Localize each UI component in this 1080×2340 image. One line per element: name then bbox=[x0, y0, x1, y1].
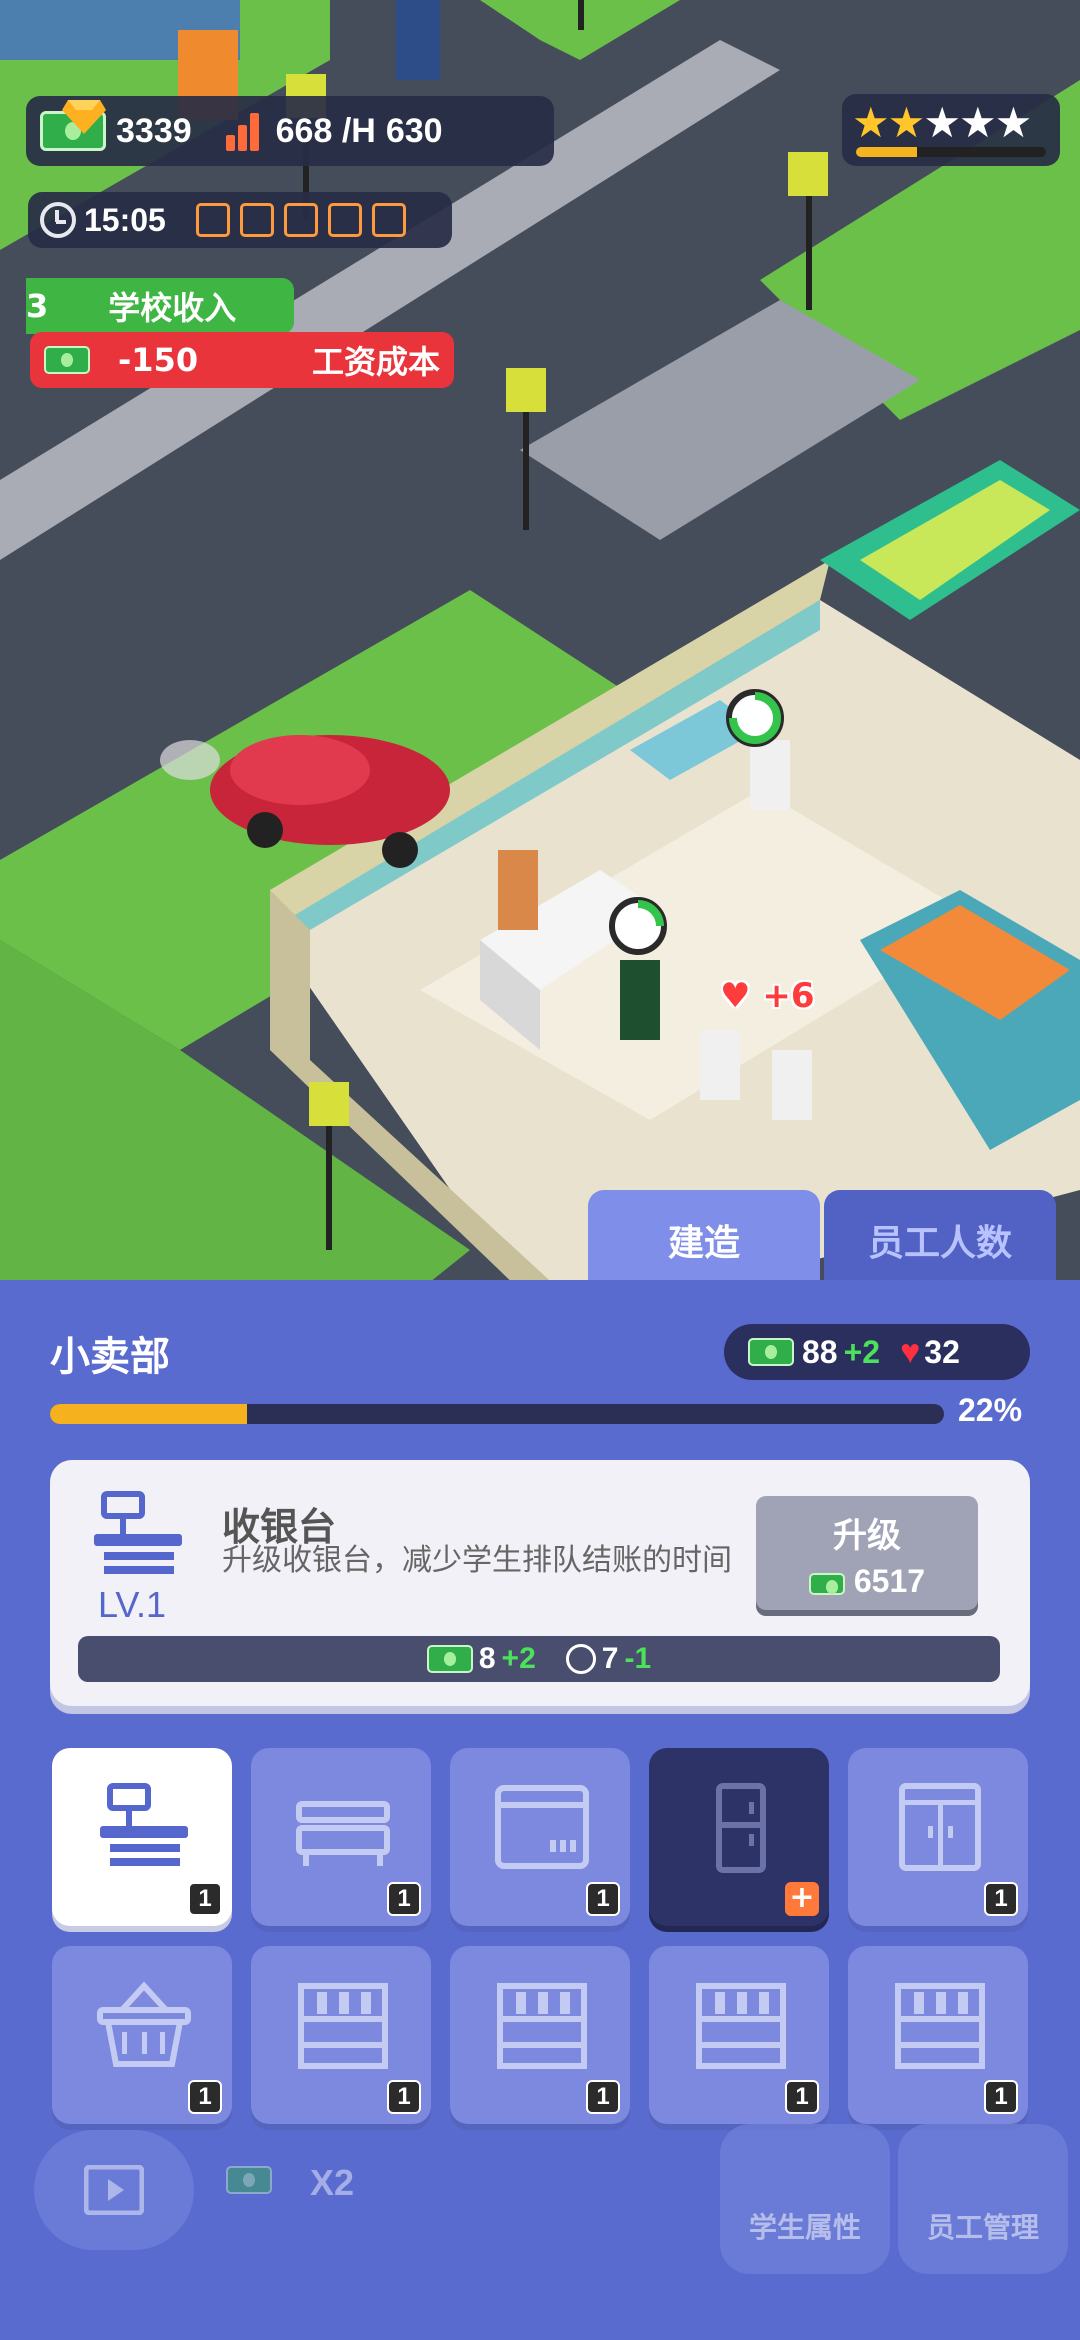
cash-icon bbox=[426, 1645, 473, 1673]
stethoscope-icon[interactable] bbox=[371, 203, 406, 237]
shelf-icon bbox=[296, 1801, 390, 1866]
cost-label: 工资成本 bbox=[311, 343, 440, 381]
fridge-icon bbox=[716, 1783, 766, 1873]
add-icon: + bbox=[785, 1882, 819, 1916]
item-slot[interactable]: 1 bbox=[848, 1748, 1028, 1926]
notepad-icon[interactable] bbox=[195, 203, 230, 237]
item-stats: 8 +2 7 -1 bbox=[78, 1636, 1000, 1682]
item-description: 升级收银台，减少学生排队结账的时间 bbox=[222, 1543, 732, 1578]
item-count: 1 bbox=[586, 2080, 620, 2114]
event-icons[interactable] bbox=[195, 203, 406, 237]
cabinet-icon bbox=[899, 1783, 981, 1871]
salary-cost-tag: -150 工资成本 bbox=[30, 332, 454, 388]
cash-icon bbox=[44, 346, 90, 374]
cost-value: -150 bbox=[118, 341, 199, 379]
shop-progress-fill bbox=[50, 1404, 247, 1424]
item-detail-card: LV.1 收银台 升级收银台，减少学生排队结账的时间 升级 6517 8 +2 … bbox=[50, 1460, 1030, 1706]
star-rating[interactable]: ★★★★★ bbox=[842, 94, 1060, 166]
box-icon[interactable] bbox=[327, 203, 362, 237]
income-prefix: 3 bbox=[26, 287, 49, 325]
school-income-tag: 3 学校收入 bbox=[26, 278, 294, 334]
item-slot[interactable]: 1 bbox=[52, 1748, 232, 1926]
item-slot[interactable]: 1 bbox=[251, 1946, 431, 2124]
student-attributes-label: 学生属性 bbox=[748, 2211, 861, 2244]
shop-name: 小卖部 bbox=[50, 1334, 170, 1380]
clock-icon bbox=[565, 1644, 596, 1674]
upgrade-cost-value: 6517 bbox=[853, 1563, 926, 1599]
star-progress-fill bbox=[856, 147, 917, 157]
shop-progress-percent: 22% bbox=[958, 1392, 1023, 1428]
student-attributes-button[interactable]: 学生属性 bbox=[720, 2124, 890, 2274]
stat-time: 7 bbox=[601, 1642, 619, 1675]
double-cash-label[interactable]: X2 bbox=[310, 2162, 354, 2204]
income-rate-icon bbox=[225, 111, 266, 151]
item-count: 1 bbox=[387, 1882, 421, 1916]
item-slot[interactable]: 1 bbox=[649, 1946, 829, 2124]
shop-progress-track bbox=[50, 1404, 944, 1424]
rack-icon bbox=[696, 1983, 786, 2069]
item-level: LV.1 bbox=[98, 1584, 167, 1625]
rack-icon bbox=[298, 1983, 388, 2069]
shop-stats: 88 +2 ♥ 32 bbox=[724, 1324, 1030, 1380]
star-icons: ★★★★★ bbox=[852, 98, 1032, 147]
gem-icon bbox=[62, 100, 106, 134]
stat-time-delta: -1 bbox=[624, 1642, 652, 1675]
video-button[interactable] bbox=[34, 2130, 194, 2250]
tab-build[interactable]: 建造 bbox=[588, 1190, 820, 1290]
cash-icon bbox=[226, 2166, 272, 2194]
rack-icon bbox=[895, 1983, 985, 2069]
item-count: 1 bbox=[785, 2080, 819, 2114]
item-count: 1 bbox=[387, 2080, 421, 2114]
tab-staff-count[interactable]: 员工人数 bbox=[824, 1190, 1056, 1290]
item-count: 1 bbox=[188, 1882, 222, 1916]
cash-icon bbox=[808, 1572, 845, 1595]
upgrade-cost: 6517 bbox=[756, 1563, 978, 1600]
heart-icon: ♥ bbox=[900, 1332, 921, 1371]
shop-income-bonus: +2 bbox=[843, 1333, 881, 1370]
basket-icon[interactable] bbox=[283, 203, 318, 237]
upgrade-button[interactable]: 升级 6517 bbox=[756, 1496, 978, 1610]
cashier-icon bbox=[94, 1491, 182, 1574]
clock-icon bbox=[40, 202, 76, 238]
gem-amount: 630 bbox=[385, 111, 443, 150]
item-count: 1 bbox=[984, 2080, 1018, 2114]
stat-income: 8 bbox=[478, 1642, 496, 1675]
item-slot[interactable]: 1 bbox=[848, 1946, 1028, 2124]
cash-icon bbox=[748, 1338, 794, 1366]
basket-icon bbox=[97, 1981, 191, 2067]
income-label: 学校收入 bbox=[108, 289, 237, 327]
income-rate: 668 /H bbox=[275, 111, 376, 150]
time-bar: 15:05 bbox=[28, 192, 452, 248]
rack-icon bbox=[497, 1983, 587, 2069]
heart-icon: ♥ bbox=[720, 976, 751, 1016]
bottom-nav: X2 学生属性 员工管理 bbox=[0, 2110, 1080, 2340]
star-progress-track bbox=[856, 147, 1046, 157]
item-slot[interactable]: 1 bbox=[450, 1748, 630, 1926]
resource-bar: 3339 668 /H 630 bbox=[26, 96, 554, 166]
item-slot[interactable]: + bbox=[649, 1748, 829, 1926]
satisfaction-popup: ♥ +6 bbox=[720, 976, 814, 1016]
item-slot[interactable]: 1 bbox=[52, 1946, 232, 2124]
shop-income: 88 bbox=[802, 1333, 838, 1370]
item-count: 1 bbox=[586, 1882, 620, 1916]
video-icon bbox=[84, 2165, 144, 2215]
item-slot[interactable]: 1 bbox=[251, 1748, 431, 1926]
item-slot[interactable]: 1 bbox=[450, 1946, 630, 2124]
item-count: 1 bbox=[188, 2080, 222, 2114]
cash-amount: 3339 bbox=[116, 111, 192, 150]
shop-satisfaction: 32 bbox=[924, 1333, 960, 1370]
stat-income-bonus: +2 bbox=[501, 1642, 536, 1675]
game-world[interactable]: 3339 668 /H 630 ★★★★★ 15:05 3 学校收入 -150 … bbox=[0, 0, 1080, 1290]
staff-management-label: 员工管理 bbox=[926, 2211, 1039, 2244]
staff-management-button[interactable]: 员工管理 bbox=[898, 2124, 1068, 2274]
cashier-icon bbox=[100, 1783, 188, 1866]
game-time: 15:05 bbox=[84, 201, 166, 238]
upgrade-label: 升级 bbox=[833, 1516, 901, 1556]
oven-icon bbox=[495, 1785, 589, 1869]
worker-icon[interactable] bbox=[239, 203, 274, 237]
heart-bonus-value: +6 bbox=[762, 976, 815, 1016]
item-count: 1 bbox=[984, 1882, 1018, 1916]
